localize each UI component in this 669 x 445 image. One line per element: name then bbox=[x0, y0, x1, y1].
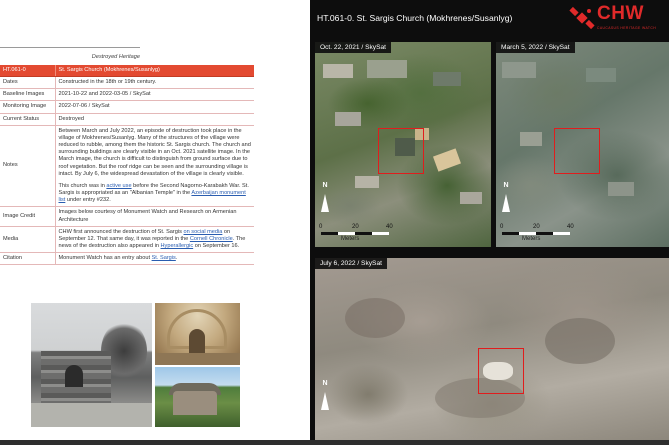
row-label: Notes bbox=[0, 125, 56, 208]
roof-patch bbox=[586, 68, 616, 82]
north-arrow-icon bbox=[321, 392, 329, 410]
active-use-link[interactable]: active use bbox=[106, 183, 131, 189]
citation-text: Monument Watch has an entry about bbox=[58, 255, 152, 262]
row-value: Destroyed bbox=[55, 113, 254, 126]
social-media-link[interactable]: on social media bbox=[184, 229, 223, 235]
notes-text: under entry #232. bbox=[65, 197, 111, 204]
table-row-dates: Dates Constructed in the 18th or 19th ce… bbox=[0, 76, 254, 90]
site-name: St. Sargis Church (Mokhrenes/Susanlyg) bbox=[55, 65, 254, 78]
satellite-image-oct-2021: Oct. 22, 2021 / SkySat N 0 20 40 Meters bbox=[315, 42, 491, 247]
rubble-patch bbox=[545, 318, 615, 364]
church-exterior-photo bbox=[155, 367, 240, 427]
image-date-label: Oct. 22, 2021 / SkySat bbox=[315, 42, 391, 53]
row-label: Image Credit bbox=[0, 206, 56, 227]
roof-patch bbox=[608, 182, 634, 196]
satellite-icon bbox=[569, 6, 595, 30]
hyperallergic-link[interactable]: Hyperallergic bbox=[161, 243, 194, 249]
st-sargis-link[interactable]: St. Sargis bbox=[152, 255, 176, 261]
chw-logo: CHW CAUCASUS HERITAGE WATCH bbox=[569, 3, 669, 37]
document-page: Destroyed Heritage HT.061-0 St. Sargis C… bbox=[0, 0, 310, 440]
taskbar bbox=[0, 440, 669, 445]
row-label: Media bbox=[0, 226, 56, 254]
satellite-comparison-panel: HT.061-0. St. Sargis Church (Mokhrenes/S… bbox=[310, 0, 669, 440]
table-row-status: Current Status Destroyed bbox=[0, 113, 254, 126]
roof-patch bbox=[323, 64, 353, 78]
scale-bar: 0 20 40 Meters bbox=[319, 224, 411, 246]
notes-paragraph-2: This church was in active use before the… bbox=[59, 183, 252, 204]
row-value: 2021-10-22 and 2022-03-05 / SkySat bbox=[55, 88, 254, 102]
rubble-patch bbox=[345, 298, 405, 338]
target-box bbox=[478, 348, 524, 394]
notes-cell: Between March and July 2022, an episode … bbox=[55, 125, 254, 208]
church-body-shape bbox=[173, 391, 217, 415]
logo-subtitle: CAUCASUS HERITAGE WATCH bbox=[597, 26, 657, 30]
site-id: HT.061-0 bbox=[0, 65, 56, 78]
heritage-info-table: HT.061-0 St. Sargis Church (Mokhrenes/Su… bbox=[0, 65, 254, 266]
scale-tick: 20 bbox=[352, 224, 359, 230]
header-rule bbox=[0, 47, 140, 48]
media-text: on September 16. bbox=[193, 242, 240, 249]
scale-unit: Meters bbox=[341, 236, 360, 242]
row-label: Current Status bbox=[0, 113, 56, 126]
roof-patch bbox=[335, 112, 361, 126]
ground-shape bbox=[31, 403, 152, 427]
image-date-label: March 5, 2022 / SkySat bbox=[496, 42, 575, 53]
table-row-id: HT.061-0 St. Sargis Church (Mokhrenes/Su… bbox=[0, 65, 254, 78]
row-label: Citation bbox=[0, 252, 56, 266]
target-box bbox=[378, 128, 424, 174]
media-cell: CHW first announced the destruction of S… bbox=[55, 226, 254, 254]
arch-opening-shape bbox=[65, 365, 83, 387]
north-label: N bbox=[322, 182, 328, 189]
scale-tick: 0 bbox=[500, 224, 504, 230]
north-label: N bbox=[322, 380, 328, 387]
table-row-baseline: Baseline Images 2021-10-22 and 2022-03-0… bbox=[0, 88, 254, 102]
table-row-credit: Image Credit Images below courtesy of Mo… bbox=[0, 206, 254, 227]
scale-tick: 20 bbox=[533, 224, 540, 230]
roof-patch bbox=[367, 60, 407, 78]
row-label: Baseline Images bbox=[0, 88, 56, 102]
roof-patch bbox=[433, 72, 461, 86]
panel-title: HT.061-0. St. Sargis Church (Mokhrenes/S… bbox=[317, 13, 513, 23]
scale-bar: 0 20 40 Meters bbox=[500, 224, 592, 246]
table-row-monitoring: Monitoring Image 2022-07-06 / SkySat bbox=[0, 100, 254, 114]
north-arrow-icon bbox=[321, 194, 329, 212]
row-label: Dates bbox=[0, 76, 56, 90]
scale-tick: 40 bbox=[567, 224, 574, 230]
table-row-citation: Citation Monument Watch has an entry abo… bbox=[0, 252, 254, 266]
row-value: Constructed in the 18th or 19th century. bbox=[55, 76, 254, 90]
north-arrow-icon bbox=[502, 194, 510, 212]
row-value: 2022-07-06 / SkySat bbox=[55, 100, 254, 114]
scale-tick: 40 bbox=[386, 224, 393, 230]
cornell-chronicle-link[interactable]: Cornell Chronicle bbox=[190, 236, 233, 242]
church-ruins-photo bbox=[31, 303, 152, 427]
citation-text: . bbox=[175, 255, 178, 262]
roof-patch bbox=[460, 192, 482, 204]
roof-patch bbox=[355, 176, 379, 188]
church-interior-photo bbox=[155, 303, 240, 365]
north-label: N bbox=[503, 182, 509, 189]
floor-shape bbox=[155, 353, 240, 365]
notes-text: This church was in bbox=[58, 182, 107, 189]
doorway-shape bbox=[189, 329, 205, 353]
satellite-image-jul-2022: July 6, 2022 / SkySat N bbox=[315, 258, 669, 440]
target-box bbox=[554, 128, 600, 174]
citation-cell: Monument Watch has an entry about St. Sa… bbox=[55, 252, 254, 266]
row-label: Monitoring Image bbox=[0, 100, 56, 114]
roof-patch bbox=[432, 148, 462, 172]
satellite-image-mar-2022: March 5, 2022 / SkySat N 0 20 40 Meters bbox=[496, 42, 669, 247]
scale-unit: Meters bbox=[522, 236, 541, 242]
logo-text: CHW bbox=[597, 3, 644, 24]
image-date-label: July 6, 2022 / SkySat bbox=[315, 258, 387, 269]
roof-patch bbox=[520, 132, 542, 146]
page-header: Destroyed Heritage bbox=[91, 54, 140, 60]
table-row-notes: Notes Between March and July 2022, an ep… bbox=[0, 125, 254, 208]
roof-patch bbox=[502, 62, 536, 78]
media-text: CHW first announced the destruction of S… bbox=[58, 228, 184, 235]
notes-paragraph-1: Between March and July 2022, an episode … bbox=[58, 127, 251, 177]
table-row-media: Media CHW first announced the destructio… bbox=[0, 226, 254, 254]
row-value: Images below courtesy of Monument Watch … bbox=[55, 206, 254, 227]
scale-tick: 0 bbox=[319, 224, 323, 230]
